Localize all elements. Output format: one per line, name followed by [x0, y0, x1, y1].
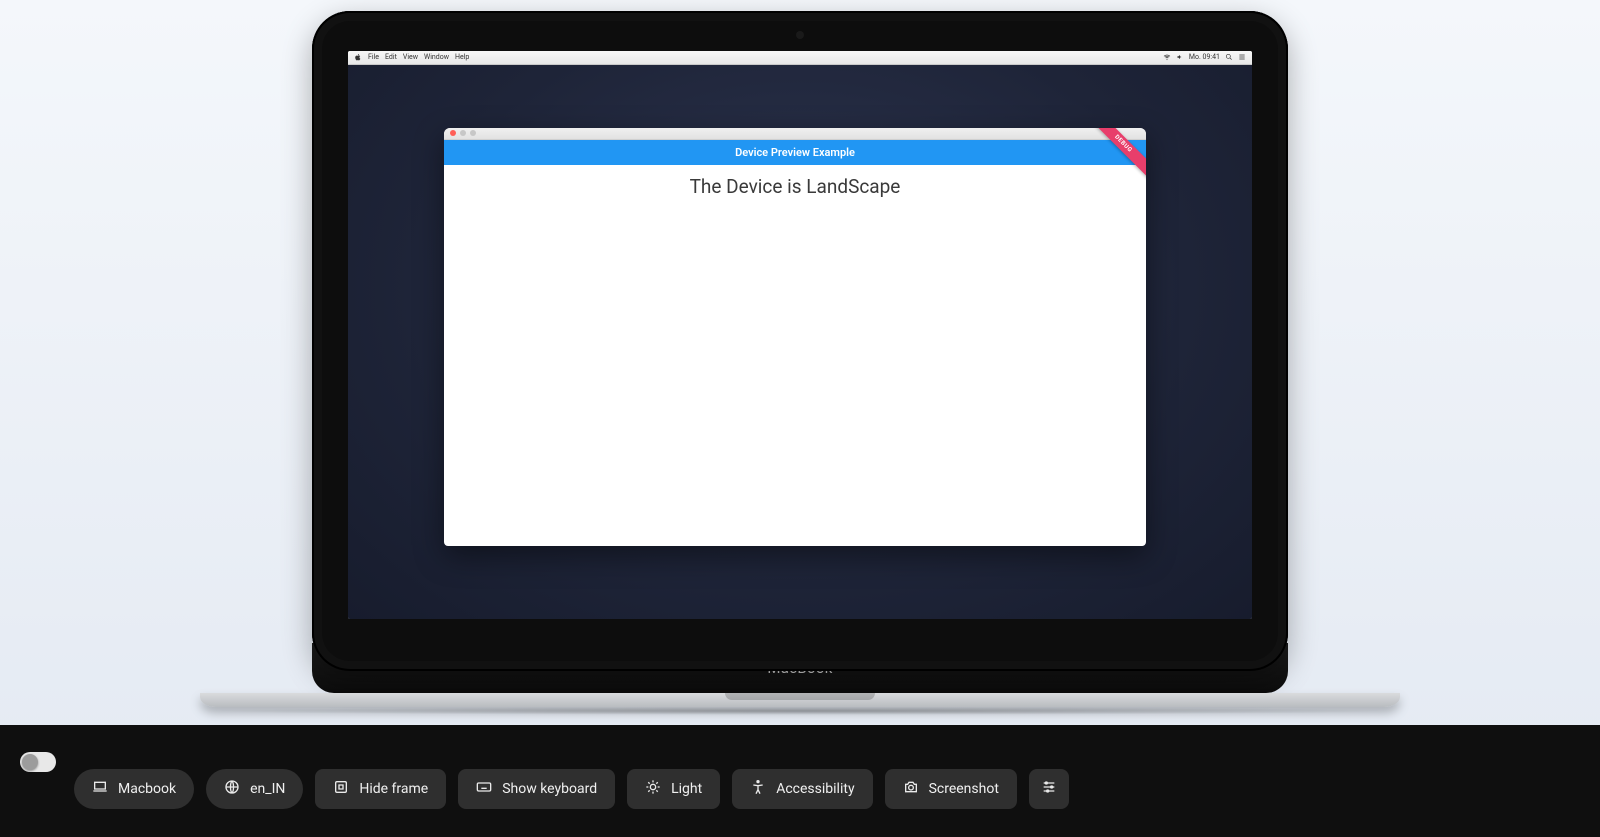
- settings-button[interactable]: [1029, 769, 1069, 809]
- macbook-screen: File Edit View Window Help Mo. 09:41: [348, 51, 1252, 619]
- screenshot-label: Screenshot: [929, 781, 999, 797]
- zoom-icon[interactable]: [470, 130, 476, 136]
- app-window: Device Preview Example The Device is Lan…: [444, 128, 1146, 546]
- accessibility-label: Accessibility: [776, 781, 854, 797]
- control-center-icon[interactable]: [1238, 53, 1246, 61]
- preview-stage: File Edit View Window Help Mo. 09:41: [0, 0, 1600, 725]
- macos-desktop: Device Preview Example The Device is Lan…: [348, 65, 1252, 619]
- locale-selector-label: en_IN: [250, 781, 285, 797]
- spotlight-icon[interactable]: [1225, 53, 1233, 61]
- locale-selector-button[interactable]: en_IN: [206, 769, 303, 809]
- menubar-item-help[interactable]: Help: [455, 53, 469, 61]
- tune-icon: [1041, 779, 1057, 799]
- app-bar-title: Device Preview Example: [735, 146, 855, 159]
- hide-frame-button[interactable]: Hide frame: [315, 769, 446, 809]
- wifi-icon[interactable]: [1163, 53, 1171, 61]
- accessibility-button[interactable]: Accessibility: [732, 769, 872, 809]
- device-selector-label: Macbook: [118, 781, 176, 797]
- macbook-lid: File Edit View Window Help Mo. 09:41: [312, 11, 1288, 671]
- macbook-frame: File Edit View Window Help Mo. 09:41: [200, 11, 1400, 715]
- app-titlebar[interactable]: [444, 128, 1146, 140]
- close-icon[interactable]: [450, 130, 456, 136]
- frame-icon: [333, 779, 349, 799]
- laptop-icon: [92, 779, 108, 799]
- menubar-clock: Mo. 09:41: [1189, 53, 1220, 61]
- show-keyboard-label: Show keyboard: [502, 781, 597, 797]
- device-selector-button[interactable]: Macbook: [74, 769, 194, 809]
- preview-toggle[interactable]: [20, 752, 56, 772]
- menubar-item-window[interactable]: Window: [424, 53, 449, 61]
- macos-menubar: File Edit View Window Help Mo. 09:41: [348, 51, 1252, 65]
- orientation-text: The Device is LandScape: [690, 175, 901, 198]
- minimize-icon[interactable]: [460, 130, 466, 136]
- hide-frame-label: Hide frame: [359, 781, 428, 797]
- macbook-shadow: [200, 707, 1400, 715]
- menubar-item-file[interactable]: File: [368, 53, 379, 61]
- apple-icon[interactable]: [354, 53, 362, 61]
- globe-icon: [224, 779, 240, 799]
- macbook-base: [200, 693, 1400, 707]
- volume-icon[interactable]: [1176, 53, 1184, 61]
- keyboard-icon: [476, 779, 492, 799]
- app-bar: Device Preview Example: [444, 140, 1146, 165]
- menubar-item-edit[interactable]: Edit: [385, 53, 397, 61]
- show-keyboard-button[interactable]: Show keyboard: [458, 769, 615, 809]
- theme-button[interactable]: Light: [627, 769, 720, 809]
- device-preview-toolbar: Macbook en_IN Hide frame Show keyboard L…: [0, 725, 1600, 837]
- accessibility-icon: [750, 779, 766, 799]
- theme-label: Light: [671, 781, 702, 797]
- sun-icon: [645, 779, 661, 799]
- screenshot-button[interactable]: Screenshot: [885, 769, 1017, 809]
- camera-icon: [903, 779, 919, 799]
- menubar-item-view[interactable]: View: [403, 53, 418, 61]
- app-body: The Device is LandScape: [444, 165, 1146, 208]
